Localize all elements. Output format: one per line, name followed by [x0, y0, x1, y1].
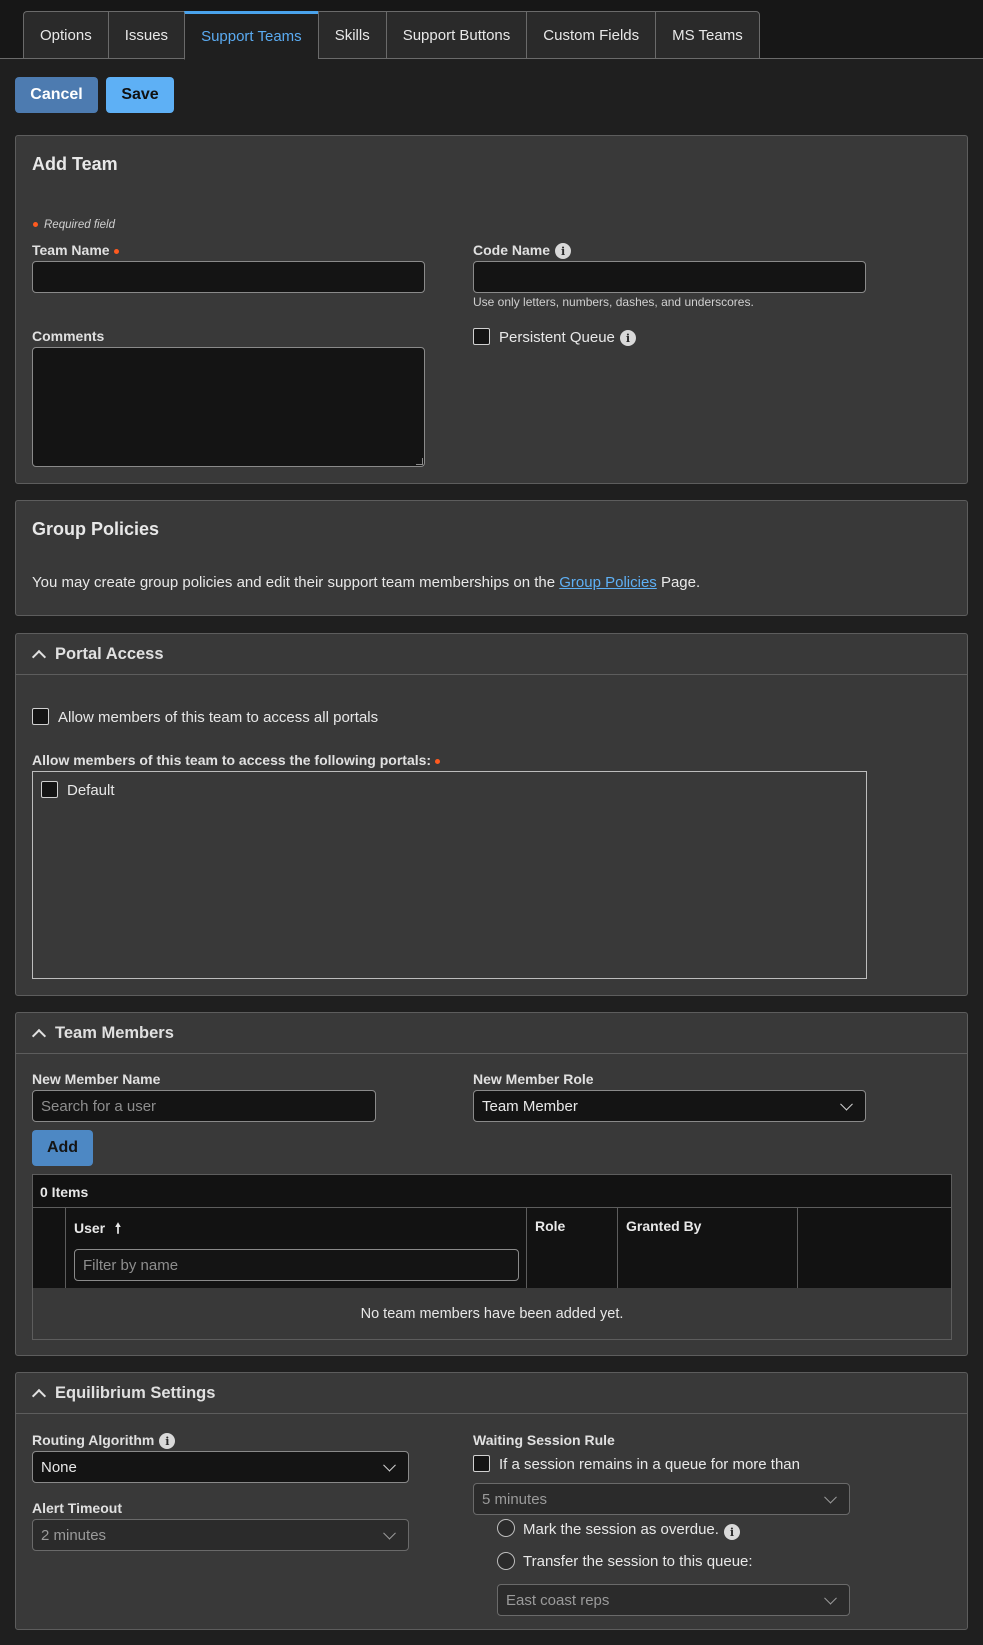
routing-algorithm-label: Routing Algorithm i [32, 1432, 176, 1450]
tab-list: Options Issues Support Teams Skills Supp… [23, 11, 760, 60]
chevron-down-icon [383, 1526, 396, 1540]
new-member-name-label: New Member Name [32, 1071, 161, 1087]
members-table: 0 Items User 🠕 Filter by name Role Grant… [32, 1174, 952, 1340]
overdue-radio[interactable] [497, 1519, 515, 1537]
required-note-text: Required field [44, 219, 115, 231]
chevron-down-icon [840, 1097, 853, 1111]
waiting-session-rule-label: Waiting Session Rule [473, 1432, 615, 1448]
role-select[interactable]: Team Member [473, 1090, 866, 1122]
column-divider [526, 1208, 527, 1288]
cancel-button[interactable]: Cancel [15, 77, 98, 113]
search-user-input[interactable]: Search for a user [32, 1090, 376, 1122]
transfer-queue-select[interactable]: East coast reps [497, 1584, 850, 1616]
tab-support-buttons[interactable]: Support Buttons [385, 11, 527, 59]
equilibrium-settings-panel: Equilibrium Settings Routing Algorithm i … [15, 1372, 968, 1630]
portal-access-header[interactable]: Portal Access [16, 634, 967, 675]
overdue-option-label: Mark the session as overdue. i [523, 1520, 740, 1540]
team-members-header[interactable]: Team Members [16, 1013, 967, 1054]
required-note: Required field [33, 215, 115, 232]
sort-ascending-icon: 🠕 [115, 1220, 122, 1236]
chevron-up-icon [31, 649, 47, 664]
routing-algorithm-select[interactable]: None [32, 1451, 409, 1483]
empty-message: No team members have been added yet. [360, 1305, 624, 1322]
info-icon[interactable]: i [619, 330, 636, 347]
waiting-time-select[interactable]: 5 minutes [473, 1483, 850, 1515]
column-divider [797, 1208, 798, 1288]
group-policies-link[interactable]: Group Policies [559, 574, 657, 591]
tab-ms-teams[interactable]: MS Teams [655, 11, 760, 59]
chevron-down-icon [824, 1591, 837, 1605]
save-button[interactable]: Save [106, 77, 174, 113]
tab-options[interactable]: Options [23, 11, 108, 59]
code-name-hint: Use only letters, numbers, dashes, and u… [473, 295, 754, 309]
group-policies-text: You may create group policies and edit t… [32, 574, 701, 591]
table-header-row: User 🠕 Filter by name Role Granted By [33, 1208, 951, 1288]
resize-handle-icon[interactable] [416, 458, 423, 465]
team-name-label: Team Name [32, 242, 119, 258]
table-caption: 0 Items [33, 1175, 951, 1208]
add-team-title: Add Team [32, 154, 118, 174]
tab-support-teams[interactable]: Support Teams [184, 11, 318, 60]
group-policies-panel: Group Policies You may create group poli… [15, 500, 968, 616]
transfer-radio[interactable] [497, 1552, 515, 1570]
equilibrium-header[interactable]: Equilibrium Settings [16, 1373, 967, 1414]
info-icon[interactable]: i [555, 243, 572, 260]
chevron-up-icon [31, 1028, 47, 1043]
column-divider [65, 1208, 66, 1288]
chevron-down-icon [824, 1490, 837, 1504]
info-icon[interactable]: i [159, 1433, 176, 1450]
all-portals-checkbox[interactable] [32, 708, 49, 725]
waiting-rule-checkbox[interactable] [473, 1455, 490, 1472]
required-dot-icon [33, 221, 38, 227]
waiting-rule-checkbox-label: If a session remains in a queue for more… [499, 1456, 800, 1473]
add-team-panel: Add Team Required field Team Name Commen… [15, 135, 968, 484]
required-dot-icon [435, 758, 441, 764]
portal-access-panel: Portal Access Allow members of this team… [15, 633, 968, 996]
persistent-queue-label: Persistent Queue i [499, 329, 636, 347]
column-granted-by[interactable]: Granted By [626, 1218, 701, 1234]
comments-textarea[interactable] [32, 347, 425, 467]
items-count: 0 Items [40, 1184, 89, 1200]
info-icon[interactable]: i [723, 1524, 740, 1540]
column-divider [617, 1208, 618, 1288]
column-role[interactable]: Role [535, 1218, 565, 1234]
portal-list: Default [32, 771, 867, 979]
alert-timeout-select[interactable]: 2 minutes [32, 1519, 409, 1551]
transfer-option-label: Transfer the session to this queue: [523, 1553, 753, 1570]
persistent-queue-checkbox[interactable] [473, 328, 490, 345]
code-name-label: Code Name i [473, 242, 572, 260]
tab-custom-fields[interactable]: Custom Fields [526, 11, 656, 59]
team-members-panel: Team Members New Member Name Search for … [15, 1012, 968, 1356]
group-policies-title: Group Policies [32, 519, 160, 539]
chevron-up-icon [31, 1388, 47, 1403]
all-portals-label: Allow members of this team to access all… [58, 709, 379, 726]
comments-label: Comments [32, 328, 105, 344]
tab-issues[interactable]: Issues [107, 11, 185, 59]
required-dot-icon [113, 248, 119, 254]
following-portals-label: Allow members of this team to access the… [32, 752, 441, 768]
code-name-input[interactable] [473, 261, 866, 293]
tab-bar: Options Issues Support Teams Skills Supp… [0, 0, 983, 60]
alert-timeout-label: Alert Timeout [32, 1500, 122, 1516]
filter-by-name-input[interactable]: Filter by name [74, 1249, 519, 1281]
chevron-down-icon [383, 1458, 396, 1472]
new-member-role-label: New Member Role [473, 1071, 594, 1087]
add-member-button[interactable]: Add [32, 1130, 93, 1166]
team-name-input[interactable] [32, 261, 425, 293]
portal-default-checkbox[interactable] [41, 781, 58, 798]
portal-default-label: Default [67, 782, 115, 799]
tab-skills[interactable]: Skills [317, 11, 386, 59]
column-user[interactable]: User 🠕 [74, 1218, 121, 1242]
